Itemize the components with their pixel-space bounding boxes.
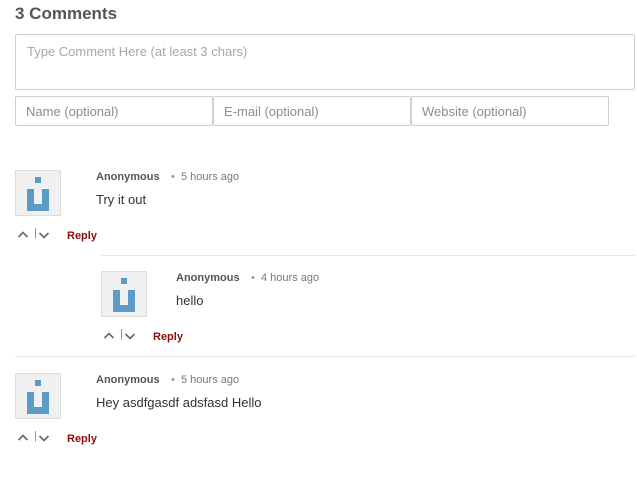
meta-separator: • [251,272,255,284]
reply-button[interactable]: Reply [67,433,97,445]
comment-text: hello [176,293,204,308]
comment-timestamp: 4 hours ago [261,272,320,284]
comment-divider [15,356,635,357]
chevron-down-icon[interactable] [124,329,138,343]
meta-separator: • [171,374,175,386]
reply-divider [101,255,635,256]
reply-button[interactable]: Reply [153,331,183,343]
vote-separator: | [120,328,123,340]
comment-author: Anonymous [176,272,240,284]
comments-count-title: 3 Comments [15,4,118,23]
default-user-avatar-icon [15,373,61,419]
comment-timestamp: 5 hours ago [181,171,240,183]
comment-text: Try it out [96,192,147,207]
comment-item: Anonymous • 5 hours ago Hey asdfgasdf ad… [15,373,635,453]
meta-separator: • [171,171,175,183]
default-user-avatar-icon [15,170,61,216]
chevron-down-icon[interactable] [38,431,52,445]
name-input[interactable] [15,96,213,126]
chevron-up-icon[interactable] [17,228,31,242]
website-input[interactable] [411,96,609,126]
default-user-avatar-icon [101,271,147,317]
comment-item: Anonymous • 4 hours ago hello | Reply [101,271,635,351]
chevron-up-icon[interactable] [103,329,117,343]
comment-author: Anonymous [96,171,160,183]
vote-separator: | [34,430,37,442]
email-input[interactable] [213,96,411,126]
comment-input[interactable] [15,34,635,90]
vote-separator: | [34,227,37,239]
reply-button[interactable]: Reply [67,230,97,242]
comment-timestamp: 5 hours ago [181,374,240,386]
chevron-up-icon[interactable] [17,431,31,445]
comment-author: Anonymous [96,374,160,386]
chevron-down-icon[interactable] [38,228,52,242]
comment-text: Hey asdfgasdf adsfasd Hello [96,395,262,410]
comment-item: Anonymous • 5 hours ago Try it out | Rep… [15,170,635,250]
